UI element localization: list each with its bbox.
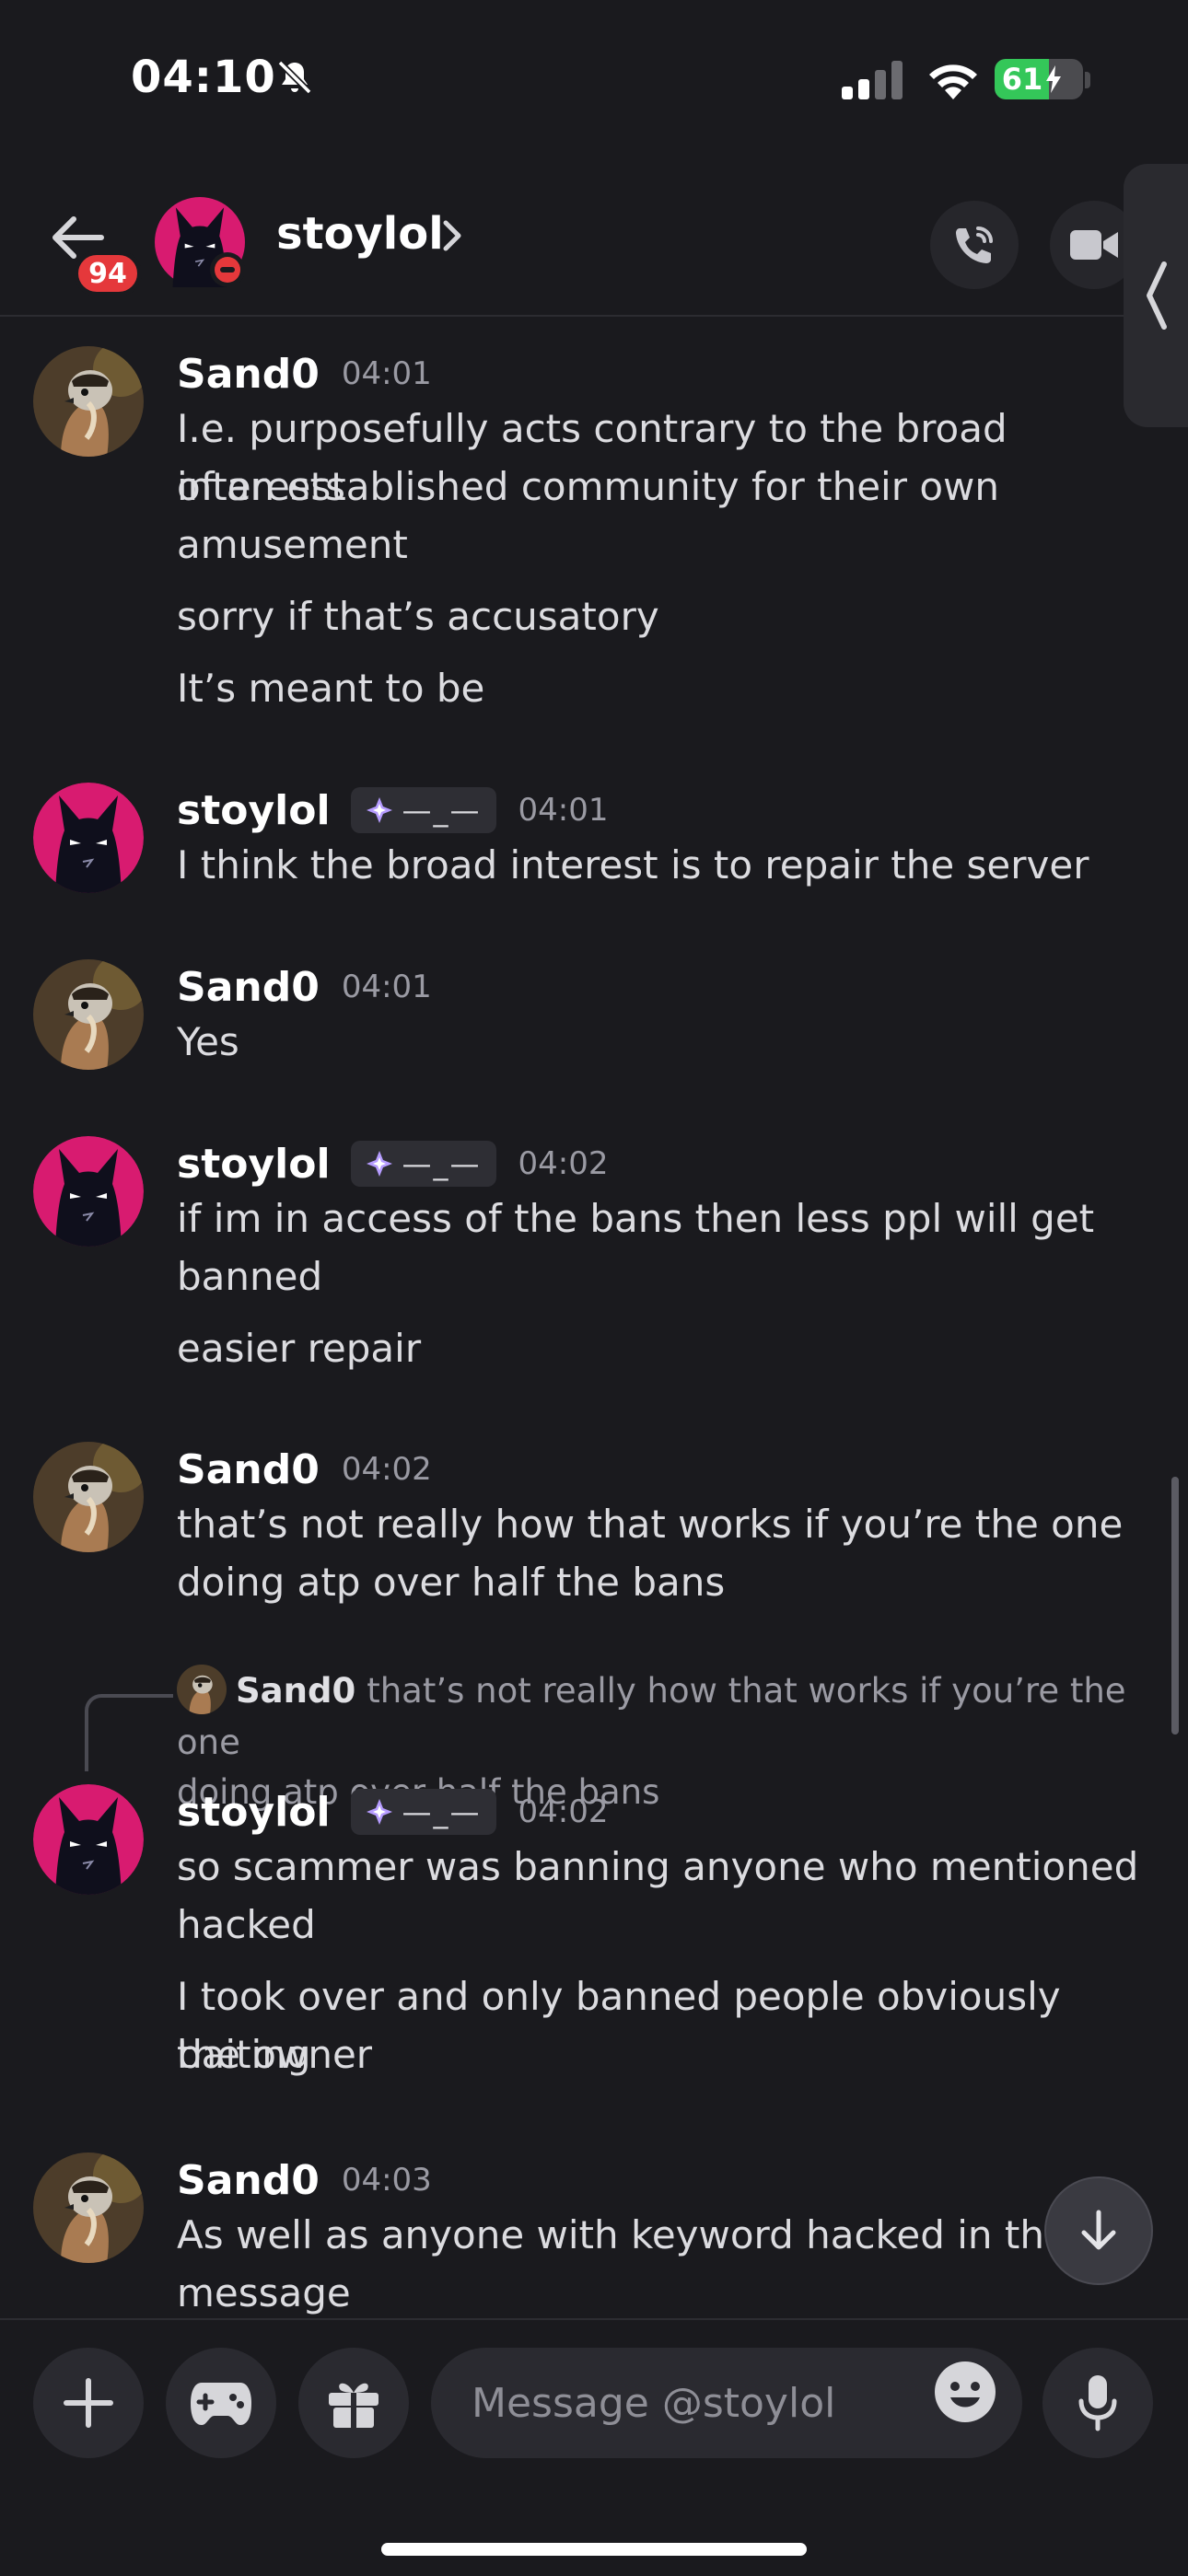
battery-charging-icon: 61 bbox=[995, 59, 1083, 99]
activities-button[interactable] bbox=[166, 2348, 276, 2458]
author-name[interactable]: Sand0 bbox=[177, 2157, 320, 2204]
avatar[interactable] bbox=[33, 1442, 144, 1552]
author-name[interactable]: Sand0 bbox=[177, 1446, 320, 1493]
bell-slash-icon bbox=[277, 60, 312, 95]
bird-avatar-image bbox=[33, 1442, 144, 1552]
unread-badge: 94 bbox=[74, 250, 142, 296]
jump-to-present-button[interactable] bbox=[1044, 2176, 1153, 2285]
message-text: easier repair bbox=[177, 1326, 422, 1371]
server-tag[interactable]: —_— bbox=[350, 1141, 496, 1187]
charging-bolt-icon bbox=[1046, 65, 1062, 93]
message-text: that’s not really how that works if you’… bbox=[177, 1502, 1124, 1547]
add-attachment-button[interactable] bbox=[33, 2348, 144, 2458]
dm-header: 94 stoylol bbox=[0, 157, 1188, 317]
bird-avatar-image bbox=[33, 346, 144, 457]
message-list[interactable]: Sand0 04:01 I.e. purposefully acts contr… bbox=[0, 317, 1188, 2316]
message-header: stoylol —_— 04:02 bbox=[177, 1784, 609, 1839]
message-header: stoylol —_— 04:02 bbox=[177, 1136, 609, 1191]
author-name[interactable]: stoylol bbox=[177, 787, 331, 834]
status-bar: 04:10 61 bbox=[0, 0, 1188, 157]
reply-author: Sand0 bbox=[236, 1671, 356, 1711]
message-text: message bbox=[177, 2270, 351, 2315]
message-text: Yes bbox=[177, 1019, 239, 1064]
timestamp: 04:02 bbox=[341, 1451, 432, 1488]
message-header: Sand0 04:01 bbox=[177, 346, 432, 401]
sparkle-tag-icon bbox=[366, 797, 392, 823]
message-input[interactable] bbox=[470, 2378, 915, 2428]
cat-avatar-image bbox=[33, 783, 144, 893]
message-text: As well as anyone with keyword hacked in… bbox=[177, 2212, 1095, 2257]
status-time: 04:10 bbox=[131, 52, 276, 103]
battery-percentage: 61 bbox=[1001, 62, 1043, 97]
microphone-icon bbox=[1078, 2375, 1117, 2431]
bird-avatar-image bbox=[33, 2152, 144, 2263]
message-text: banned bbox=[177, 1254, 323, 1299]
timestamp: 04:01 bbox=[518, 792, 609, 829]
bird-avatar-image bbox=[33, 959, 144, 1070]
server-tag[interactable]: —_— bbox=[350, 1789, 496, 1835]
message-composer bbox=[0, 2318, 1188, 2576]
message-header: stoylol —_— 04:01 bbox=[177, 783, 609, 838]
reply-connector bbox=[85, 1694, 173, 1771]
timestamp: 04:02 bbox=[518, 1793, 609, 1830]
voice-call-button[interactable] bbox=[930, 201, 1019, 289]
signal-icon bbox=[842, 61, 903, 99]
avatar bbox=[177, 1664, 227, 1714]
message-text: I think the broad interest is to repair … bbox=[177, 842, 1089, 888]
scrollbar[interactable] bbox=[1171, 1477, 1179, 1735]
home-indicator[interactable] bbox=[381, 2543, 807, 2556]
avatar[interactable] bbox=[33, 2152, 144, 2263]
message-text: It’s meant to be bbox=[177, 666, 485, 711]
message-text: so scammer was banning anyone who mentio… bbox=[177, 1844, 1139, 1889]
emoji-icon[interactable] bbox=[932, 2359, 998, 2425]
message-text: sorry if that’s accusatory bbox=[177, 594, 659, 639]
message-header: Sand0 04:01 bbox=[177, 959, 432, 1015]
contact-name[interactable]: stoylol bbox=[276, 208, 444, 260]
message-text: the owner bbox=[177, 2032, 373, 2077]
message-header: Sand0 04:03 bbox=[177, 2152, 432, 2208]
avatar[interactable] bbox=[33, 1136, 144, 1247]
author-name[interactable]: stoylol bbox=[177, 1141, 331, 1188]
chevron-right-icon[interactable] bbox=[438, 217, 464, 254]
sparkle-tag-icon bbox=[366, 1799, 392, 1825]
voice-message-button[interactable] bbox=[1042, 2348, 1153, 2458]
author-name[interactable]: stoylol bbox=[177, 1789, 331, 1836]
gift-icon bbox=[329, 2383, 379, 2428]
dnd-status-icon bbox=[210, 252, 245, 287]
timestamp: 04:01 bbox=[341, 969, 432, 1005]
message-text: doing atp over half the bans bbox=[177, 1560, 726, 1605]
message-text: if im in access of the bans then less pp… bbox=[177, 1196, 1095, 1241]
server-tag[interactable]: —_— bbox=[350, 787, 496, 833]
arrow-down-icon bbox=[1081, 2210, 1116, 2250]
avatar[interactable] bbox=[33, 783, 144, 893]
wifi-icon bbox=[929, 64, 977, 99]
message-text: of an established community for their ow… bbox=[177, 464, 999, 509]
phone-call-icon bbox=[956, 226, 993, 263]
gift-button[interactable] bbox=[298, 2348, 409, 2458]
sparkle-tag-icon bbox=[366, 1151, 392, 1177]
plus-icon bbox=[64, 2378, 113, 2428]
timestamp: 04:01 bbox=[341, 355, 432, 392]
avatar[interactable] bbox=[33, 959, 144, 1070]
author-name[interactable]: Sand0 bbox=[177, 964, 320, 1011]
timestamp: 04:02 bbox=[518, 1145, 609, 1182]
battery-nub bbox=[1085, 72, 1090, 88]
avatar[interactable] bbox=[33, 346, 144, 457]
author-name[interactable]: Sand0 bbox=[177, 351, 320, 398]
message-text: hacked bbox=[177, 1902, 316, 1947]
bird-avatar-image bbox=[177, 1664, 227, 1714]
message-header: Sand0 04:02 bbox=[177, 1442, 432, 1497]
avatar[interactable] bbox=[33, 1784, 144, 1895]
cat-avatar-image bbox=[33, 1784, 144, 1895]
message-text: amusement bbox=[177, 522, 408, 567]
timestamp: 04:03 bbox=[341, 2162, 432, 2199]
video-camera-icon bbox=[1070, 230, 1118, 260]
cat-avatar-image bbox=[33, 1136, 144, 1247]
gamepad-icon bbox=[191, 2383, 251, 2425]
